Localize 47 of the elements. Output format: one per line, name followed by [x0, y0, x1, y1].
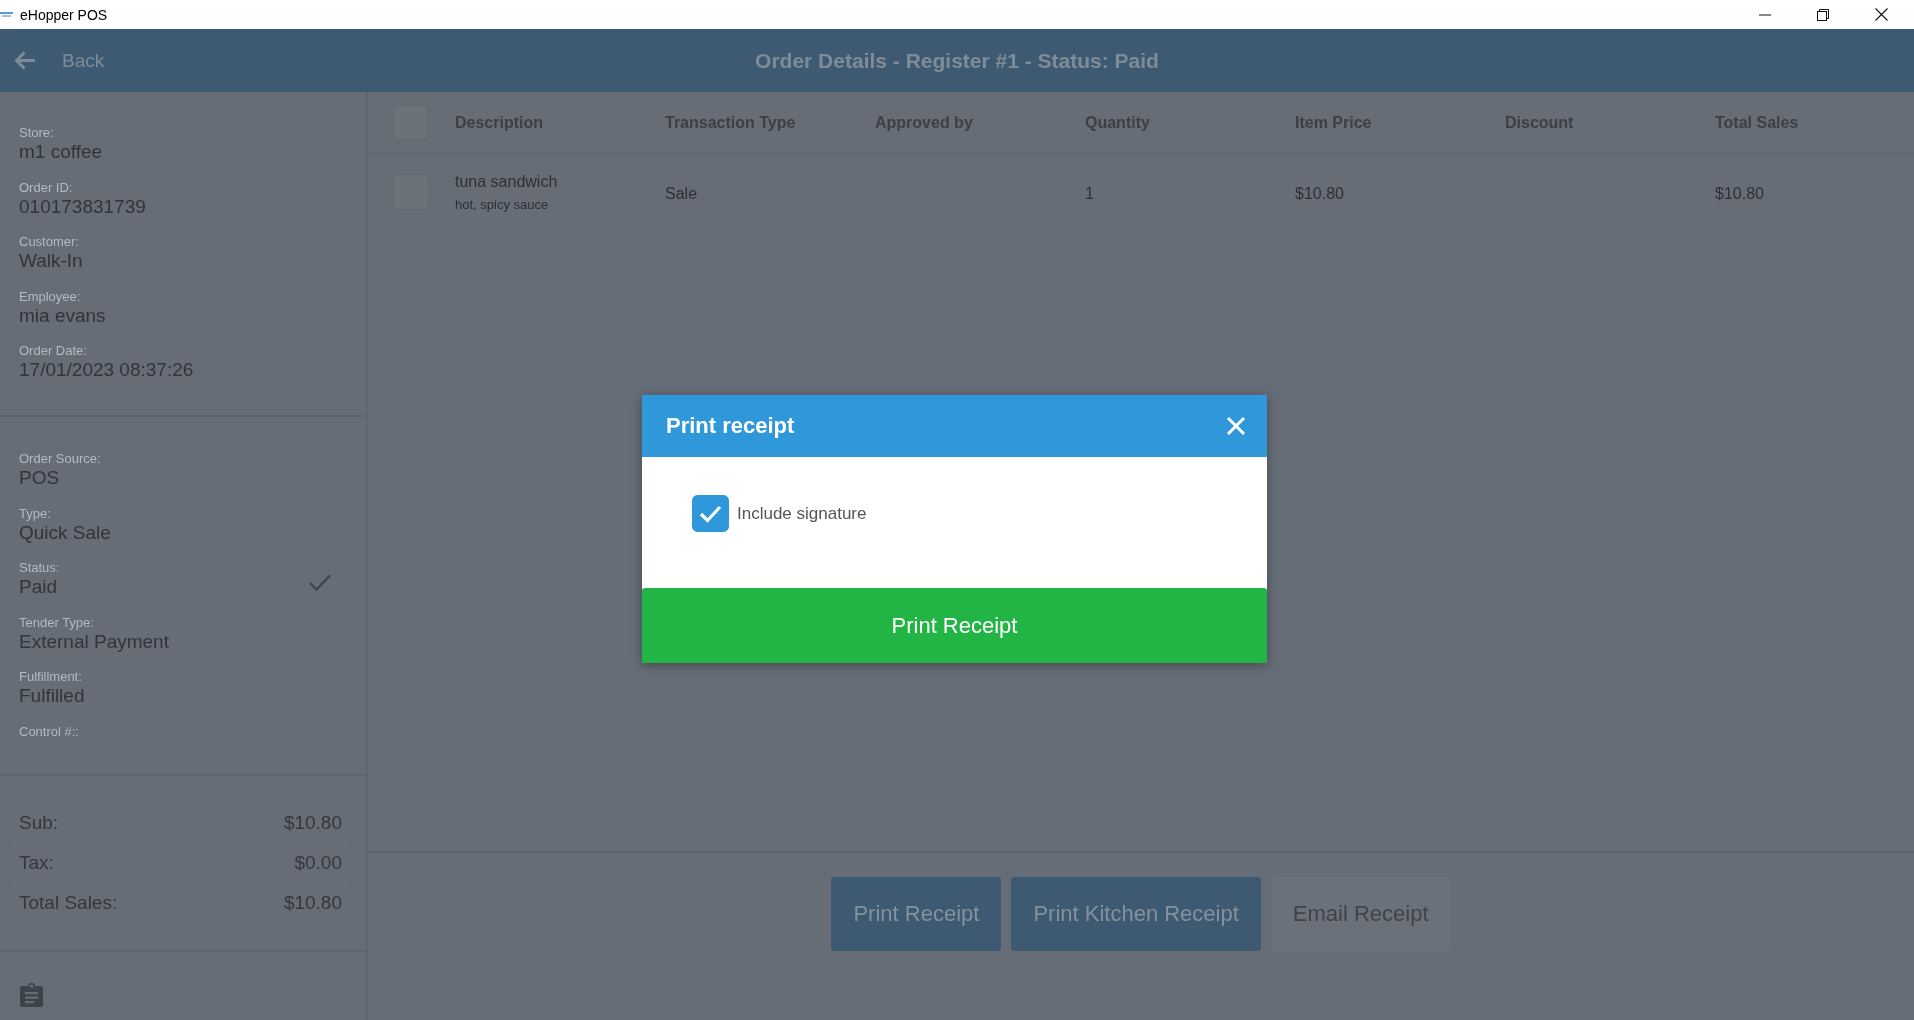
field-value: m1 coffee	[19, 141, 103, 163]
field-label: Control #::	[19, 722, 79, 740]
back-button[interactable]: Back	[0, 49, 105, 72]
page-title: Order Details - Register #1 - Status: Paid	[755, 48, 1159, 73]
field-label: Type:	[19, 504, 51, 522]
field-label: Order ID:	[19, 178, 73, 196]
dialog-title: Print receipt	[666, 413, 795, 439]
back-arrow-icon	[14, 51, 36, 70]
field-label: Order Source:	[19, 450, 101, 467]
close-icon[interactable]	[1875, 8, 1888, 21]
window-title: eHopper POS	[20, 6, 108, 23]
clipboard-icon[interactable]	[20, 982, 43, 1007]
restore-icon[interactable]	[1817, 8, 1829, 21]
field-label: Customer:	[19, 233, 79, 250]
table-cell: 1	[1085, 185, 1094, 203]
field-value: Fulfilled	[19, 685, 85, 707]
total-label: Tax:	[19, 852, 54, 874]
action-button[interactable]: Print Kitchen Receipt	[1011, 877, 1261, 951]
field-value: 010173831739	[19, 195, 146, 218]
field-label: Store:	[19, 124, 54, 141]
field-label: Status:	[19, 559, 60, 576]
checkbox-label[interactable]: Include signature	[737, 504, 867, 524]
table-cell: $10.80	[1715, 185, 1764, 203]
field-label: Order Date:	[19, 342, 87, 359]
table-cell: $10.80	[1295, 185, 1344, 203]
total-label: Total Sales:	[19, 892, 118, 914]
total-label: Sub:	[19, 812, 59, 834]
field-value: mia evans	[19, 304, 106, 327]
total-amount: $10.80	[283, 812, 342, 834]
field-label: Fulfillment:	[19, 668, 82, 685]
field-label: Employee:	[19, 287, 81, 305]
field-value: External Payment	[19, 630, 169, 653]
item-modifiers: hot, spicy sauce	[455, 196, 549, 213]
field-value: Paid	[19, 576, 58, 598]
item-name: tuna sandwich	[455, 171, 558, 191]
field-value: POS	[19, 467, 60, 489]
confirm-button[interactable]: Print Receipt	[642, 588, 1267, 663]
field-value: Walk-In	[19, 250, 83, 272]
total-amount: $10.80	[283, 892, 342, 914]
action-button[interactable]: Print Receipt	[831, 877, 1002, 951]
app-logo-icon	[0, 12, 13, 17]
field-value: Quick Sale	[19, 521, 111, 544]
checkbox[interactable]	[692, 495, 729, 532]
table-cell: Sale	[665, 185, 698, 203]
total-amount: $0.00	[294, 852, 342, 874]
field-label: Tender Type:	[19, 613, 94, 631]
field-value: 17/01/2023 08:37:26	[19, 359, 194, 381]
